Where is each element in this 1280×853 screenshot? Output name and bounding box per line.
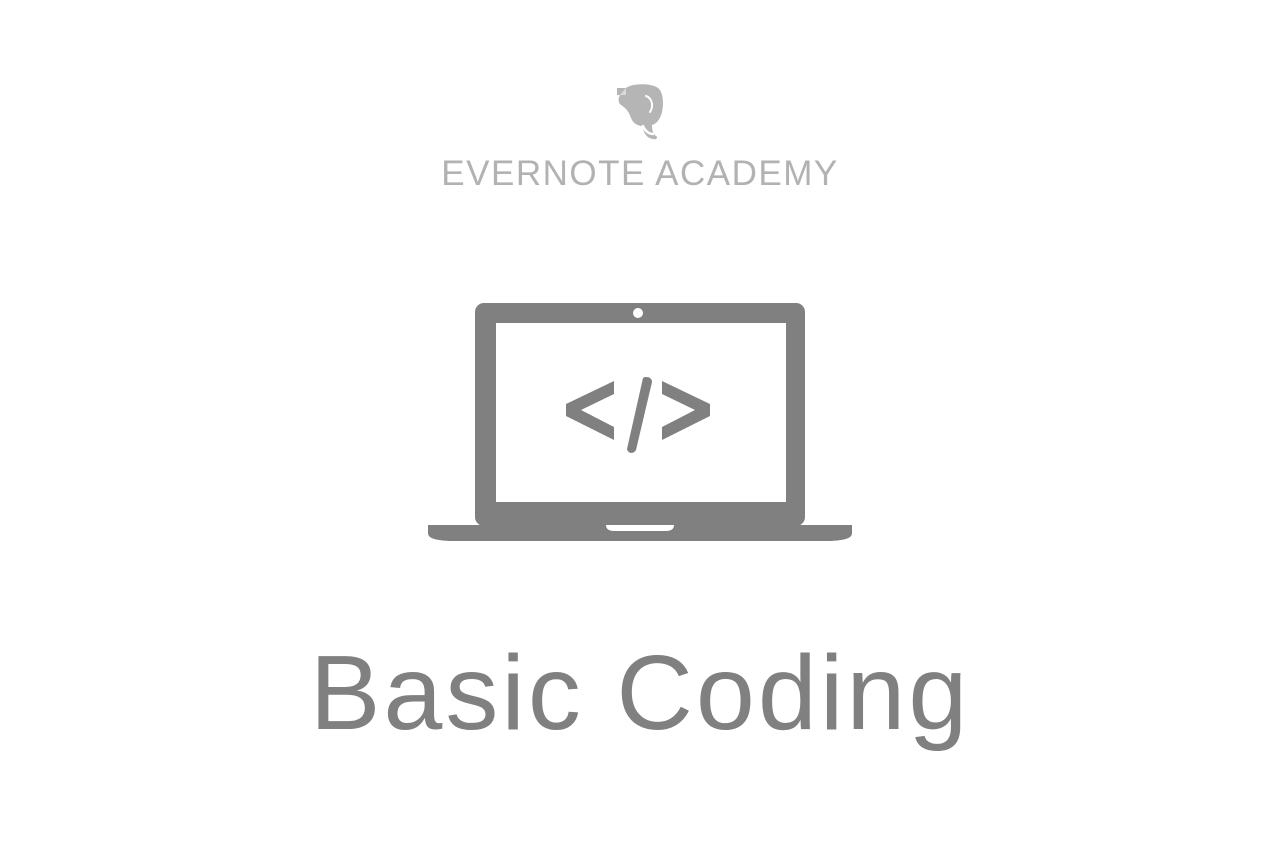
course-cover: EVERNOTE ACADEMY Basic Coding [0, 0, 1280, 853]
brand-name: EVERNOTE ACADEMY [441, 154, 839, 193]
laptop-code-icon [428, 303, 852, 541]
course-title: Basic Coding [309, 634, 971, 752]
evernote-elephant-icon [617, 84, 663, 140]
